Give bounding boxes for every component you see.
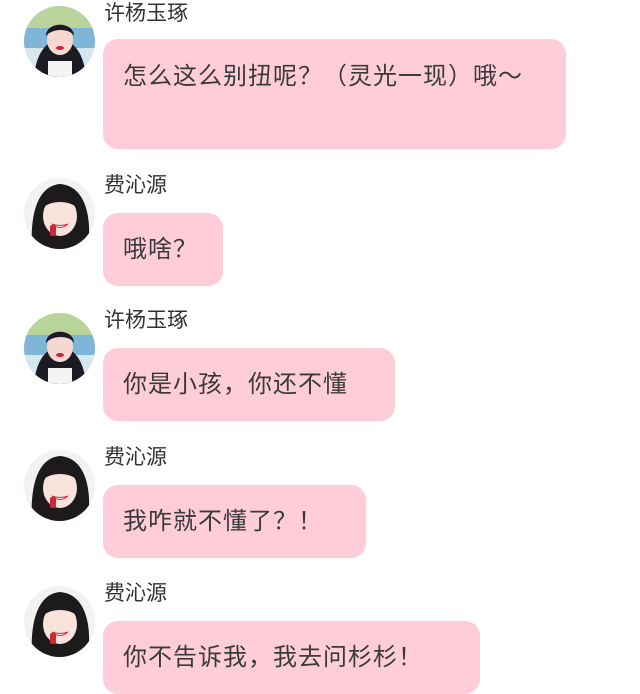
sender-name: 许杨玉琢: [104, 1, 188, 25]
message-bubble[interactable]: 我咋就不懂了？！: [103, 485, 366, 558]
message-bubble[interactable]: 怎么这么别扭呢？（灵光一现）哦～: [103, 39, 566, 149]
avatar-feiqinyuan[interactable]: [24, 586, 95, 657]
avatar-feiqinyuan[interactable]: [24, 178, 95, 249]
message-bubble[interactable]: 你不告诉我，我去问杉杉！: [103, 621, 480, 694]
avatar-feiqinyuan[interactable]: [24, 450, 95, 521]
girl-smiling-avatar-icon: [24, 178, 95, 249]
girl-red-lips-avatar-icon: [24, 313, 95, 384]
sender-name: 许杨玉琢: [104, 308, 188, 332]
sender-name: 费沁源: [104, 581, 167, 605]
avatar-xuyangyuzhuo[interactable]: [24, 313, 95, 384]
girl-smiling-avatar-icon: [24, 450, 95, 521]
message-bubble[interactable]: 哦啥？: [103, 213, 223, 286]
avatar-xuyangyuzhuo[interactable]: [24, 6, 95, 77]
girl-smiling-avatar-icon: [24, 586, 95, 657]
girl-red-lips-avatar-icon: [24, 6, 95, 77]
sender-name: 费沁源: [104, 445, 167, 469]
message-bubble[interactable]: 你是小孩，你还不懂: [103, 348, 395, 421]
sender-name: 费沁源: [104, 173, 167, 197]
